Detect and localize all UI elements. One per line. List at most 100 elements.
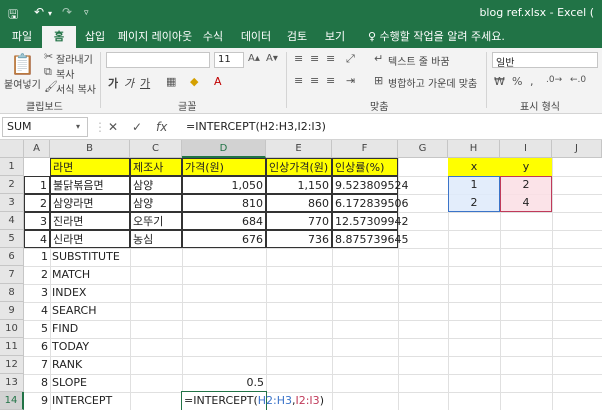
row-header[interactable]: 9 bbox=[0, 302, 24, 320]
comma-style-icon[interactable]: , bbox=[530, 75, 534, 88]
row-header[interactable]: 8 bbox=[0, 284, 24, 302]
row-header[interactable]: 2 bbox=[0, 176, 24, 194]
table-cell[interactable]: 810 bbox=[182, 194, 266, 212]
undo-icon[interactable]: ↶ bbox=[34, 5, 44, 19]
insert-function-icon[interactable]: fx bbox=[156, 120, 167, 134]
row-header[interactable]: 10 bbox=[0, 320, 24, 338]
table-cell[interactable]: 삼양 bbox=[130, 176, 182, 194]
table-cell[interactable]: 2 bbox=[24, 194, 50, 212]
table-cell[interactable]: 1,050 bbox=[182, 176, 266, 194]
bold-button[interactable]: 가 bbox=[108, 75, 118, 91]
table-header-cell[interactable]: 인상가격(원) bbox=[266, 158, 332, 176]
decrease-decimal-icon[interactable]: ←.0 bbox=[570, 75, 586, 85]
table-cell[interactable]: 오뚜기 bbox=[130, 212, 182, 230]
table-cell[interactable]: 4 bbox=[24, 230, 50, 248]
table-cell[interactable]: 삼양 bbox=[130, 194, 182, 212]
align-bottom-icon[interactable]: ≡ bbox=[326, 52, 335, 65]
table-cell[interactable]: 불닭볶음면 bbox=[50, 176, 130, 194]
table-cell[interactable]: 신라면 bbox=[50, 230, 130, 248]
tab-view[interactable]: 보기 bbox=[320, 26, 350, 48]
copy-icon[interactable]: ⧉ bbox=[44, 65, 52, 79]
merge-center-icon[interactable]: ⊞ bbox=[374, 74, 383, 87]
list-item-number[interactable]: 2 bbox=[24, 266, 50, 284]
customize-toolbar-icon[interactable]: ▿ bbox=[84, 8, 89, 18]
format-painter-button[interactable]: 서식 복사 bbox=[56, 81, 96, 96]
column-header-c[interactable]: C bbox=[130, 140, 182, 158]
align-left-icon[interactable]: ≡ bbox=[294, 74, 303, 87]
row-header[interactable]: 1 bbox=[0, 158, 24, 176]
table-cell[interactable]: 12.57309942 bbox=[332, 212, 408, 230]
tab-insert[interactable]: 삽입 bbox=[78, 26, 112, 48]
column-header-a[interactable]: A bbox=[24, 140, 50, 158]
paste-button[interactable]: 붙여넣기 bbox=[4, 76, 41, 91]
row-header[interactable]: 5 bbox=[0, 230, 24, 248]
paste-icon[interactable]: 📋 bbox=[10, 52, 35, 76]
tab-file[interactable]: 파일 bbox=[4, 26, 40, 48]
table-cell[interactable]: 진라면 bbox=[50, 212, 130, 230]
wrap-text-button[interactable]: 텍스트 줄 바꿈 bbox=[388, 53, 450, 68]
percent-icon[interactable]: % bbox=[512, 75, 522, 88]
tab-page-layout[interactable]: 페이지 레이아웃 bbox=[116, 26, 194, 48]
list-item-number[interactable]: 6 bbox=[24, 338, 50, 356]
name-box-dropdown-icon[interactable]: ▾ bbox=[76, 122, 80, 131]
column-header-f[interactable]: F bbox=[332, 140, 398, 158]
orientation-icon[interactable]: ⤢ bbox=[346, 52, 355, 66]
list-item-number[interactable]: 1 bbox=[24, 248, 50, 266]
worksheet-grid[interactable]: A B C D E F G H I J 1 2 3 4 5 6 7 8 9 10… bbox=[0, 140, 602, 410]
italic-button[interactable]: 가 bbox=[124, 75, 134, 91]
tab-data[interactable]: 데이터 bbox=[236, 26, 276, 48]
row-header[interactable]: 13 bbox=[0, 374, 24, 392]
table-header-cell[interactable]: 제조사 bbox=[130, 158, 182, 176]
align-middle-icon[interactable]: ≡ bbox=[310, 52, 319, 65]
table-cell[interactable]: 684 bbox=[182, 212, 266, 230]
column-header-h[interactable]: H bbox=[448, 140, 500, 158]
border-icon[interactable]: ▦ bbox=[166, 75, 176, 88]
cut-button[interactable]: 잘라내기 bbox=[56, 51, 93, 66]
list-item[interactable]: FIND bbox=[50, 320, 130, 338]
increase-font-icon[interactable]: A▴ bbox=[248, 53, 260, 64]
xy-cell-x[interactable]: 2 bbox=[448, 194, 500, 212]
font-color-icon[interactable]: A bbox=[214, 75, 222, 88]
table-header-cell[interactable]: 가격(원) bbox=[182, 158, 266, 176]
save-icon[interactable]: 🖫 bbox=[8, 5, 18, 26]
list-item[interactable]: SEARCH bbox=[50, 302, 130, 320]
column-header-j[interactable]: J bbox=[552, 140, 602, 158]
table-header-cell[interactable]: 라면 bbox=[50, 158, 130, 176]
tab-review[interactable]: 검토 bbox=[282, 26, 312, 48]
xy-cell-x[interactable]: 1 bbox=[448, 176, 500, 194]
table-cell[interactable]: 9.523809524 bbox=[332, 176, 408, 194]
active-cell-formula[interactable]: =INTERCEPT(H2:H3,I2:I3) bbox=[182, 392, 324, 410]
list-item[interactable]: TODAY bbox=[50, 338, 130, 356]
tell-me-search[interactable]: ♀ 수행할 작업을 알려 주세요. bbox=[368, 26, 505, 48]
row-header[interactable]: 6 bbox=[0, 248, 24, 266]
list-item-number[interactable]: 3 bbox=[24, 284, 50, 302]
list-item[interactable]: INDEX bbox=[50, 284, 130, 302]
row-header[interactable]: 14 bbox=[0, 392, 24, 410]
redo-icon[interactable]: ↷ bbox=[62, 5, 72, 19]
cut-icon[interactable]: ✂ bbox=[44, 50, 53, 63]
align-right-icon[interactable]: ≡ bbox=[326, 74, 335, 87]
list-item-number[interactable]: 4 bbox=[24, 302, 50, 320]
number-format-select[interactable]: 일반 bbox=[492, 52, 598, 69]
tab-home[interactable]: 홈 bbox=[42, 26, 76, 48]
xy-header-y[interactable]: y bbox=[500, 158, 552, 176]
list-item[interactable]: SLOPE bbox=[50, 374, 130, 392]
list-item-number[interactable]: 7 bbox=[24, 356, 50, 374]
merge-center-button[interactable]: 병합하고 가운데 맞춤 bbox=[388, 75, 477, 90]
column-header-b[interactable]: B bbox=[50, 140, 130, 158]
list-item[interactable]: MATCH bbox=[50, 266, 130, 284]
row-header[interactable]: 7 bbox=[0, 266, 24, 284]
xy-cell-y[interactable]: 2 bbox=[500, 176, 552, 194]
table-cell[interactable]: 삼양라면 bbox=[50, 194, 130, 212]
table-cell[interactable]: 1,150 bbox=[266, 176, 332, 194]
list-item[interactable]: INTERCEPT bbox=[50, 392, 130, 410]
cancel-icon[interactable]: ✕ bbox=[108, 120, 118, 134]
list-item-number[interactable]: 8 bbox=[24, 374, 50, 392]
decrease-font-icon[interactable]: A▾ bbox=[266, 53, 278, 64]
row-header[interactable]: 4 bbox=[0, 212, 24, 230]
list-item[interactable]: RANK bbox=[50, 356, 130, 374]
select-all-corner[interactable] bbox=[0, 140, 24, 158]
slope-result-cell[interactable]: 0.5 bbox=[182, 374, 266, 392]
column-header-g[interactable]: G bbox=[398, 140, 448, 158]
undo-dropdown-icon[interactable]: ▾ bbox=[48, 9, 52, 18]
